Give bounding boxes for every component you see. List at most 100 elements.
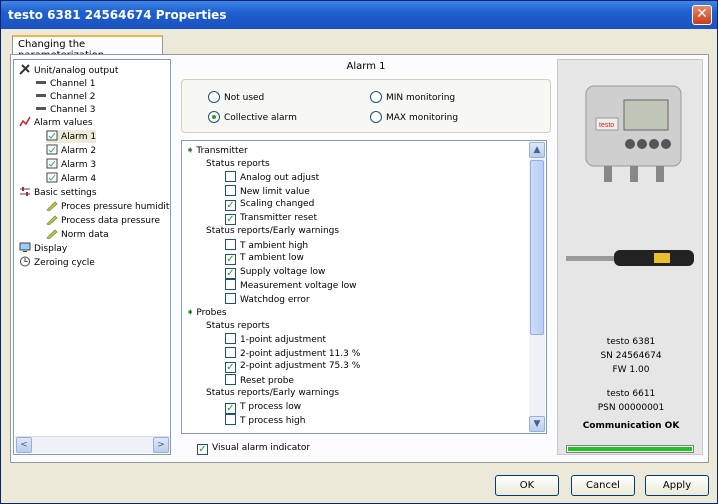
settings-tree[interactable]: Unit/analog output Channel 1 Channel 2 C… (13, 59, 171, 455)
tree-item-norm-data[interactable]: Norm data (46, 228, 109, 241)
checkbox[interactable]: ✓ (225, 362, 236, 373)
list-item[interactable]: ✓ 2-point adjustment 75.3 % (225, 360, 360, 373)
pencil-icon (46, 200, 58, 212)
plug-icon (35, 90, 47, 101)
apply-button[interactable]: Apply (645, 475, 709, 496)
radio-collective-alarm[interactable]: Collective alarm (208, 111, 297, 125)
list-item[interactable]: T ambient high (225, 238, 308, 252)
checkbox[interactable] (225, 292, 236, 304)
tree-item-channel-3[interactable]: Channel 3 (35, 103, 96, 116)
svg-text:testo: testo (599, 122, 614, 129)
list-item[interactable]: Reset probe (225, 373, 294, 387)
list-subheader: Status reports (206, 158, 270, 169)
tree-item-alarm-1[interactable]: Alarm 1 (46, 130, 97, 143)
list-item[interactable]: 1-point adjustment (225, 333, 326, 346)
checkbox: ✓ (197, 444, 208, 455)
checkbox[interactable] (225, 414, 236, 425)
device-serial: SN 24564674 (600, 351, 662, 361)
tree-item-basic-settings[interactable]: Basic settings (19, 186, 97, 199)
sliders-icon (19, 186, 31, 197)
radio-max-monitoring[interactable]: MAX monitoring (370, 111, 458, 125)
alarm-icon (46, 130, 58, 141)
checkbox[interactable] (225, 373, 236, 385)
pencil-icon (46, 228, 58, 240)
checkbox[interactable] (225, 238, 236, 250)
probe-serial: PSN 00000001 (597, 403, 665, 413)
chart-icon (19, 116, 31, 127)
tree-item-alarm-2[interactable]: Alarm 2 (46, 144, 96, 157)
list-group: ➧ Transmitter (186, 145, 248, 156)
list-subheader: Status reports/Early warnings (206, 226, 340, 236)
radio-circle (370, 111, 382, 123)
plug-icon (35, 103, 47, 114)
radio-circle (208, 91, 220, 103)
tree-item-alarm-values[interactable]: Alarm values (19, 116, 93, 129)
tree-item-alarm-3[interactable]: Alarm 3 (46, 158, 96, 171)
alarm-icon (46, 172, 58, 183)
list-subheader: Status reports/Early warnings (206, 388, 340, 398)
scroll-left-icon[interactable]: < (16, 437, 32, 453)
alarm-status-list[interactable]: ▲ ▼ ➧ Transmitter Status reports Analog out… (181, 140, 547, 434)
scroll-up-icon[interactable]: ▲ (529, 142, 545, 158)
close-button[interactable]: ✕ (692, 5, 712, 25)
list-item[interactable]: ✓ Transmitter reset (225, 212, 317, 225)
tab-parameterization[interactable]: Changing the parameterization (12, 35, 163, 61)
radio-circle-selected (208, 111, 220, 123)
cancel-button[interactable]: Cancel (571, 475, 635, 496)
list-item[interactable]: T process high (225, 414, 305, 427)
list-item[interactable]: Watchdog error (225, 292, 310, 306)
monitor-icon (19, 242, 31, 253)
clock-icon (19, 256, 31, 267)
transmitter-image: testo (585, 85, 682, 182)
checkbox[interactable] (225, 333, 236, 344)
checkbox[interactable]: ✓ (225, 254, 236, 265)
tree-item-process-data-pressure[interactable]: Process data pressure (46, 214, 160, 227)
communication-progress (566, 445, 694, 453)
ok-button[interactable]: OK (495, 475, 559, 496)
checkbox[interactable]: ✓ (225, 267, 236, 279)
visual-alarm-indicator-checkbox[interactable]: ✓ Visual alarm indicator (197, 442, 310, 455)
tree-item-display[interactable]: Display (19, 242, 67, 255)
list-item[interactable]: ✓ Supply voltage low (225, 266, 325, 279)
checkbox[interactable]: ✓ (225, 213, 236, 225)
list-vertical-scrollbar[interactable]: ▲ ▼ (529, 142, 545, 432)
tools-icon (19, 64, 31, 75)
list-subheader: Status reports (206, 320, 270, 331)
alarm-icon (46, 144, 58, 155)
alarm-title: Alarm 1 (346, 61, 386, 72)
tree-item-alarm-4[interactable]: Alarm 4 (46, 172, 96, 185)
list-item[interactable]: ✓ T process low (225, 401, 301, 414)
radio-not-used[interactable]: Not used (208, 91, 264, 105)
tree-item-channel-2[interactable]: Channel 2 (35, 90, 96, 103)
list-item[interactable]: Analog out adjust (225, 171, 319, 184)
list-item[interactable]: ✓ T ambient low (225, 252, 304, 265)
checkbox[interactable] (225, 279, 236, 290)
checkbox[interactable] (225, 184, 236, 196)
scrollbar-thumb[interactable] (530, 160, 544, 335)
radio-circle (370, 91, 382, 103)
checkbox[interactable] (225, 346, 236, 358)
device-model: testo 6381 (606, 337, 656, 347)
list-item[interactable]: 2-point adjustment 11.3 % (225, 346, 360, 360)
arrow-right-icon: ➧ (186, 145, 195, 156)
list-group: ➧ Probes (186, 307, 227, 318)
arrow-right-icon: ➧ (186, 307, 195, 318)
tree-horizontal-scrollbar[interactable]: < > (15, 436, 170, 453)
tree-item-unit-analog-output[interactable]: Unit/analog output (19, 64, 118, 77)
scroll-down-icon[interactable]: ▼ (529, 416, 545, 432)
checkbox[interactable]: ✓ (225, 402, 236, 414)
plug-icon (35, 77, 47, 88)
tree-item-proces-pressure-humidity[interactable]: Proces pressure humidity (46, 200, 170, 213)
radio-min-monitoring[interactable]: MIN monitoring (370, 91, 455, 105)
checkbox[interactable]: ✓ (225, 200, 236, 211)
list-item[interactable]: ✓ Scaling changed (225, 198, 314, 211)
device-firmware: FW 1.00 (612, 365, 650, 375)
list-item[interactable]: New limit value (225, 184, 310, 198)
list-item[interactable]: Measurement voltage low (225, 279, 357, 292)
progress-fill (568, 447, 692, 451)
tree-item-channel-1[interactable]: Channel 1 (35, 77, 96, 90)
checkbox[interactable] (225, 171, 236, 182)
title-bar: testo 6381 24564674 Properties ✕ (1, 1, 717, 29)
tree-item-zeroing-cycle[interactable]: Zeroing cycle (19, 256, 95, 269)
scroll-right-icon[interactable]: > (153, 437, 169, 453)
